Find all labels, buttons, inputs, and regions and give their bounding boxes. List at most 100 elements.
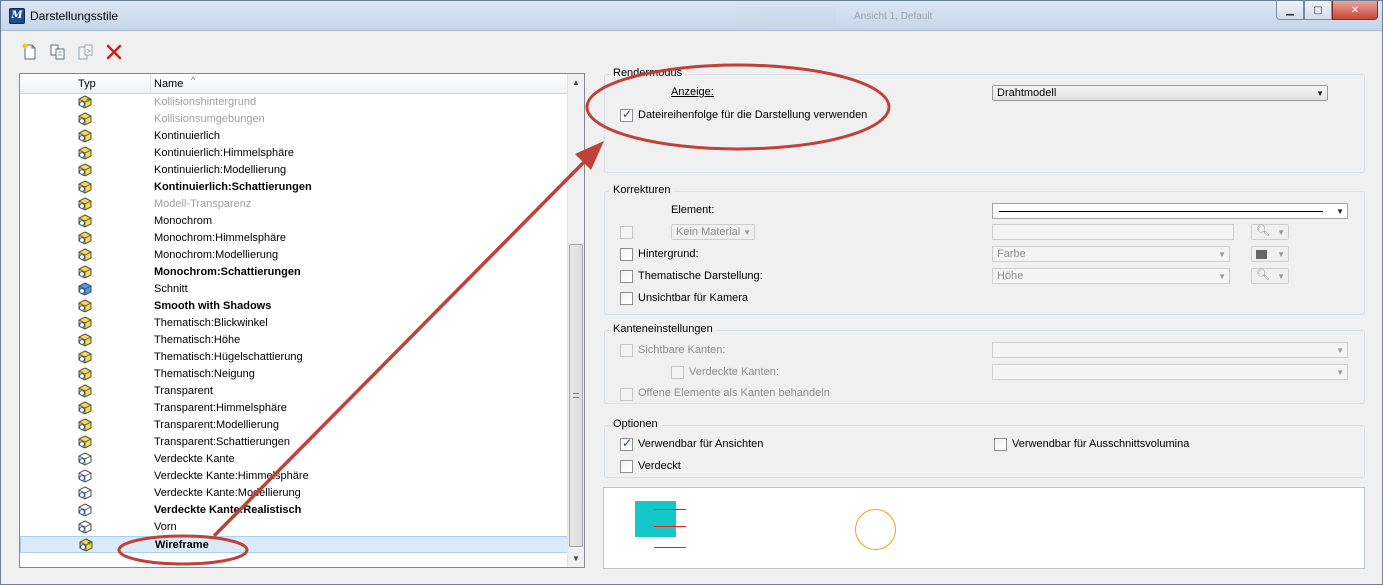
material-value: Kein Material [676,226,741,238]
visible-edges-select[interactable]: ▼ [992,342,1348,358]
scroll-thumb[interactable] [569,244,583,547]
cube-icon [78,316,92,330]
outline-cube-icon [78,520,92,534]
background-color-button[interactable]: ▼ [1251,246,1289,262]
list-scrollbar[interactable]: ▲ ▼ [567,74,584,567]
list-item[interactable]: Kollisionshintergrund [20,94,568,111]
list-item[interactable]: Thematisch:Blickwinkel [20,315,568,332]
hidden-edges-select[interactable]: ▼ [992,364,1348,380]
copy-style-button[interactable] [47,41,69,63]
microstation-icon: M [9,8,25,24]
usable-views-checkbox[interactable] [620,436,633,451]
title-bar[interactable]: M Darstellungsstile Ansicht 1, Default ▁… [1,1,1382,31]
chevron-down-icon: ▼ [1336,207,1344,216]
list-item-name: Kontinuierlich:Himmelsphäre [154,147,295,159]
kanten-title: Kanteneinstellungen [610,323,716,335]
chevron-down-icon: ▼ [1218,250,1226,259]
chevron-down-icon: ▼ [1336,346,1344,355]
visible-edges-checkbox[interactable] [620,344,633,357]
copy-style-icon [50,44,65,60]
list-item[interactable]: Wireframe [20,536,568,553]
chevron-down-icon: ▼ [743,228,751,237]
list-item-name: Vorn [154,521,177,533]
list-item[interactable]: Transparent [20,383,568,400]
hidden-checkbox[interactable] [620,460,633,473]
background-select[interactable]: Farbe ▼ [992,246,1230,262]
material-browse-button[interactable]: 🔍︎ ▼ [1251,224,1289,240]
thematic-value: Höhe [997,270,1024,282]
material-checkbox[interactable] [620,226,633,239]
korrekturen-group: Korrekturen Element: ▼ Kein Material ▼ 🔍… [604,184,1365,315]
minimize-button[interactable]: ▁ [1276,1,1304,20]
list-item[interactable]: Transparent:Himmelsphäre [20,400,568,417]
list-item[interactable]: Monochrom:Modellierung [20,247,568,264]
list-item[interactable]: Verdeckte Kante:Modellierung [20,485,568,502]
cube-icon [78,248,92,262]
list-item[interactable]: Kontinuierlich:Himmelsphäre [20,145,568,162]
column-header-name[interactable]: Name [154,78,183,90]
magnifier-icon: 🔍︎ [1256,269,1270,281]
scroll-down-icon[interactable]: ▼ [568,550,584,567]
optionen-group: Optionen Verwendbar für Ansichten Verwen… [604,418,1365,478]
list-item[interactable]: Thematisch:Höhe [20,332,568,349]
list-item[interactable]: Thematisch:Neigung [20,366,568,383]
list-item[interactable]: Monochrom:Schattierungen [20,264,568,281]
outline-cube-icon [78,452,92,466]
material-field[interactable] [992,224,1234,240]
sort-ascending-icon: ^ [191,75,196,85]
list-item[interactable]: Kontinuierlich:Modellierung [20,162,568,179]
display-mode-select[interactable]: Drahtmodell ▼ [992,85,1328,101]
list-item[interactable]: Vorn [20,519,568,536]
list-item-name: Smooth with Shadows [154,300,272,312]
material-select[interactable]: Kein Material ▼ [671,224,755,240]
list-item[interactable]: Kollisionsumgebungen [20,111,568,128]
rendermodus-title: Rendermodus [610,67,686,79]
kanten-group: Kanteneinstellungen Sichtbare Kanten: ▼ … [604,323,1365,404]
list-item[interactable]: Monochrom [20,213,568,230]
usable-clip-checkbox[interactable] [994,438,1007,451]
list-item[interactable]: Verdeckte Kante [20,451,568,468]
list-item[interactable]: Smooth with Shadows [20,298,568,315]
delete-button[interactable] [103,41,125,63]
list-item-name: Wireframe [155,539,209,551]
open-elements-checkbox[interactable] [620,388,633,401]
style-list[interactable]: Typ Name ^ Kollisionshintergrund Kollisio… [19,73,585,568]
element-line-select[interactable]: ▼ [992,203,1348,219]
background-tab-label: Ansicht 1, Default [854,11,933,22]
background-checkbox[interactable] [620,248,633,261]
column-divider[interactable] [150,74,151,94]
list-item[interactable]: Schnitt [20,281,568,298]
list-item[interactable]: Transparent:Schattierungen [20,434,568,451]
file-order-checkbox[interactable] [620,107,633,122]
hidden-edges-checkbox[interactable] [671,366,684,379]
list-item-name: Monochrom [154,215,213,227]
scroll-grip-icon [573,393,579,398]
list-item[interactable]: Monochrom:Himmelsphäre [20,230,568,247]
column-header-type[interactable]: Typ [78,78,96,90]
thematic-browse-button[interactable]: 🔍︎ ▼ [1251,268,1289,284]
invisible-camera-checkbox[interactable] [620,292,633,305]
window-title: Darstellungsstile [30,9,119,23]
scroll-up-icon[interactable]: ▲ [568,74,584,91]
cube-icon [78,112,92,126]
list-item[interactable]: Verdeckte Kante:Himmelsphäre [20,468,568,485]
list-item[interactable]: Transparent:Modellierung [20,417,568,434]
list-item-name: Verdeckte Kante:Modellierung [154,487,301,499]
list-item[interactable]: Kontinuierlich:Schattierungen [20,179,568,196]
list-item[interactable]: Modell-Transparenz [20,196,568,213]
preview-red-line [654,526,686,527]
color-swatch-icon [1256,250,1267,259]
element-label: Element: [671,204,715,216]
list-item[interactable]: Thematisch:Hügelschattierung [20,349,568,366]
paste-style-button[interactable] [75,41,97,63]
maximize-button[interactable]: ▢ [1304,1,1332,20]
new-style-button[interactable] [19,41,41,63]
list-item[interactable]: Verdeckte Kante:Realistisch [20,502,568,519]
close-button[interactable]: ✕ [1332,1,1378,20]
cube-icon [78,265,92,279]
list-item[interactable]: Kontinuierlich [20,128,568,145]
list-item-name: Thematisch:Hügelschattierung [154,351,303,363]
thematic-select[interactable]: Höhe ▼ [992,268,1230,284]
hidden-edges-label: Verdeckte Kanten: [689,366,779,378]
thematic-checkbox[interactable] [620,270,633,283]
